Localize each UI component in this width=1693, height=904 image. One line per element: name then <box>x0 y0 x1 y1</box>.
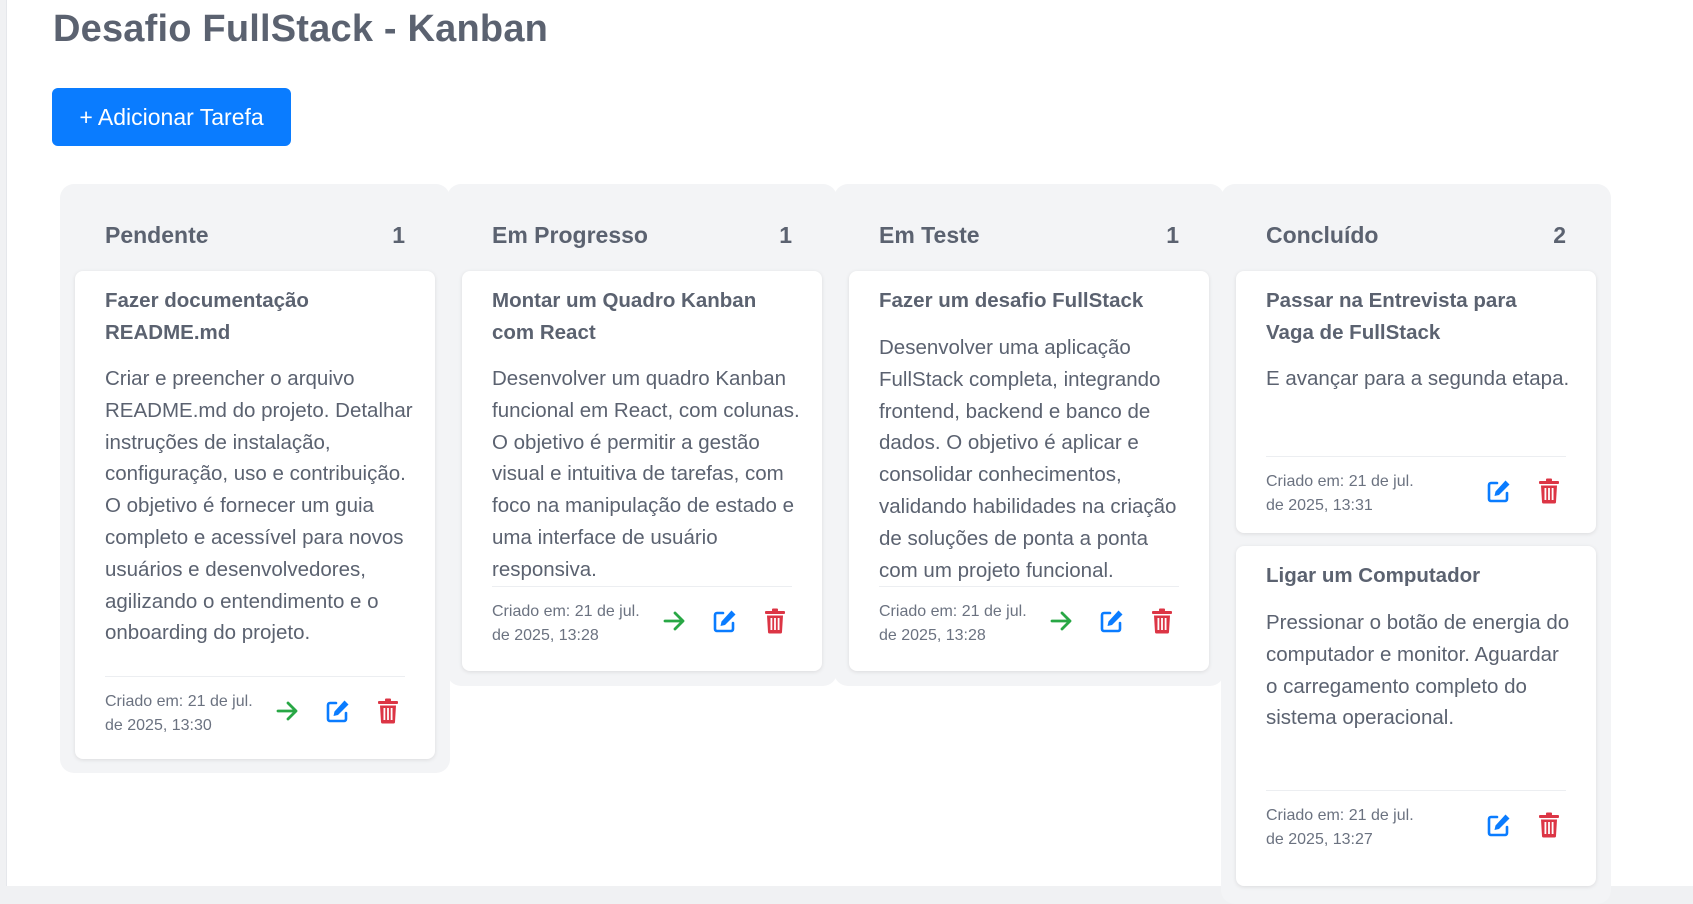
task-title: Montar um Quadro Kanban com React <box>492 289 757 344</box>
trash-icon <box>1152 608 1172 634</box>
task-footer: Criado em: 21 de jul. de 2025, 13:28 <box>492 586 792 652</box>
arrow-right-icon <box>663 611 685 631</box>
arrow-right-icon <box>276 701 298 721</box>
move-task-button[interactable] <box>1045 604 1079 638</box>
task-card[interactable]: Montar um Quadro Kanban com React Desenv… <box>462 271 822 671</box>
task-footer: Criado em: 21 de jul. de 2025, 13:27 <box>1266 790 1566 856</box>
column-title: Em Progresso <box>492 222 648 248</box>
column-count-badge: 1 <box>392 222 405 248</box>
task-actions <box>255 695 405 727</box>
kanban-board: Pendente 1 Fazer documentação README.md … <box>60 184 1693 904</box>
task-created-date: Criado em: 21 de jul. de 2025, 13:28 <box>492 603 640 644</box>
task-description: Desenvolver uma aplicação FullStack comp… <box>879 336 1177 582</box>
edit-task-button[interactable] <box>321 694 355 728</box>
task-footer: Criado em: 21 de jul. de 2025, 13:30 <box>105 676 405 742</box>
task-card[interactable]: Ligar um Computador Pressionar o botão d… <box>1236 546 1596 886</box>
task-footer: Criado em: 21 de jul. de 2025, 13:31 <box>1266 456 1566 522</box>
task-actions <box>1466 809 1566 841</box>
add-task-button[interactable]: + Adicionar Tarefa <box>52 88 291 146</box>
edit-icon <box>326 700 349 723</box>
edit-task-button[interactable] <box>1482 808 1516 842</box>
task-created-date: Criado em: 21 de jul. de 2025, 13:31 <box>1266 473 1414 514</box>
delete-task-button[interactable] <box>371 694 405 728</box>
column-count-badge: 1 <box>779 222 792 248</box>
column-em-teste: Em Teste 1 Fazer um desafio FullStack De… <box>834 184 1224 686</box>
arrow-right-icon <box>1050 611 1072 631</box>
column-count-badge: 2 <box>1553 222 1566 248</box>
delete-task-button[interactable] <box>758 604 792 638</box>
move-task-button[interactable] <box>658 604 692 638</box>
task-description: Desenvolver um quadro Kanban funcional e… <box>492 367 800 581</box>
trash-icon <box>1539 812 1559 838</box>
delete-task-button[interactable] <box>1532 474 1566 508</box>
task-created-date: Criado em: 21 de jul. de 2025, 13:28 <box>879 603 1027 644</box>
task-title: Fazer documentação README.md <box>105 289 309 344</box>
column-em-progresso: Em Progresso 1 Montar um Quadro Kanban c… <box>447 184 837 686</box>
column-count-badge: 1 <box>1166 222 1179 248</box>
task-description: Criar e preencher o arquivo README.md do… <box>105 367 413 645</box>
trash-icon <box>765 608 785 634</box>
edit-task-button[interactable] <box>1482 474 1516 508</box>
task-title: Passar na Entrevista para Vaga de FullSt… <box>1266 289 1517 344</box>
move-task-button[interactable] <box>271 694 305 728</box>
page-title: Desafio FullStack - Kanban <box>53 8 549 50</box>
delete-task-button[interactable] <box>1145 604 1179 638</box>
task-actions <box>1466 475 1566 507</box>
column-title: Pendente <box>105 222 209 248</box>
task-card[interactable]: Passar na Entrevista para Vaga de FullSt… <box>1236 271 1596 533</box>
task-card[interactable]: Fazer documentação README.md Criar e pre… <box>75 271 435 759</box>
task-actions <box>642 605 792 637</box>
task-created-date: Criado em: 21 de jul. de 2025, 13:27 <box>1266 807 1414 848</box>
column-title: Em Teste <box>879 222 980 248</box>
task-description: Pressionar o botão de energia do computa… <box>1266 611 1570 730</box>
delete-task-button[interactable] <box>1532 808 1566 842</box>
task-footer: Criado em: 21 de jul. de 2025, 13:28 <box>879 586 1179 652</box>
edit-icon <box>1100 610 1123 633</box>
edit-task-button[interactable] <box>1095 604 1129 638</box>
edit-icon <box>1487 480 1510 503</box>
task-title: Fazer um desafio FullStack <box>879 289 1144 312</box>
task-card[interactable]: Fazer um desafio FullStack Desenvolver u… <box>849 271 1209 671</box>
edit-icon <box>1487 814 1510 837</box>
trash-icon <box>378 698 398 724</box>
task-created-date: Criado em: 21 de jul. de 2025, 13:30 <box>105 693 253 734</box>
task-title: Ligar um Computador <box>1266 564 1481 587</box>
column-pendente: Pendente 1 Fazer documentação README.md … <box>60 184 450 773</box>
edit-task-button[interactable] <box>708 604 742 638</box>
task-description: E avançar para a segunda etapa. <box>1266 367 1570 390</box>
app-page: Desafio FullStack - Kanban + Adicionar T… <box>6 0 1693 904</box>
edit-icon <box>713 610 736 633</box>
column-concluido: Concluído 2 Passar na Entrevista para Va… <box>1221 184 1611 904</box>
column-title: Concluído <box>1266 222 1379 248</box>
trash-icon <box>1539 478 1559 504</box>
task-actions <box>1029 605 1179 637</box>
